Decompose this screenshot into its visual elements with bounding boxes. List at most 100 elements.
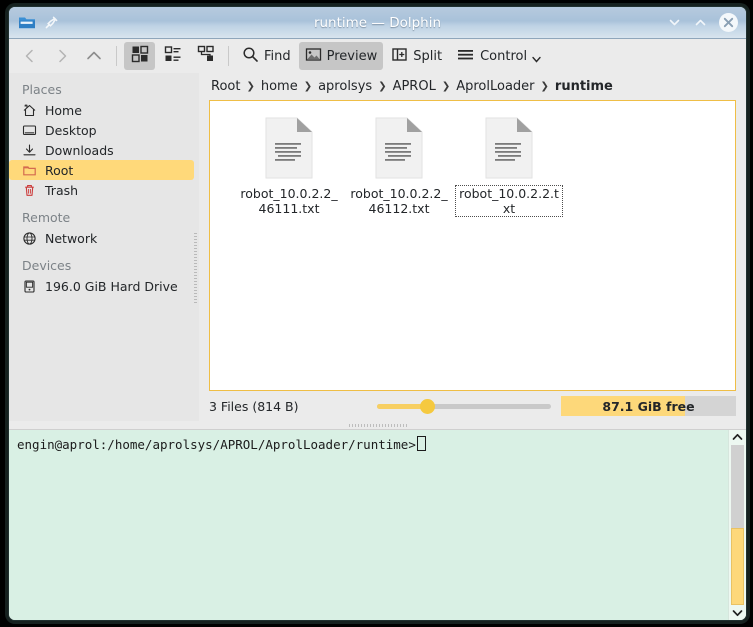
sidebar-item-home[interactable]: Home [9,100,194,120]
terminal-cursor [416,436,426,451]
zoom-slider[interactable] [377,398,551,414]
hamburger-icon [456,46,475,67]
toolbar-separator-2 [228,46,229,66]
file-item[interactable]: robot_10.0.2.2_46112.txt [344,113,454,217]
splitter-grip [348,423,407,427]
search-icon [242,46,259,67]
folder-icon [22,163,37,178]
window-titlebar: runtime — Dolphin [9,7,746,39]
view-mode-icons-button[interactable] [124,42,155,70]
breadcrumb-item-home[interactable]: home [257,77,302,96]
sidebar-item-trash[interactable]: Trash [9,180,194,200]
terminal-prompt: engin@aprol:/home/aprolsys/APROL/AprolLo… [17,437,416,452]
zoom-slider-handle[interactable] [419,399,435,414]
desktop-icon [22,123,37,138]
file-count-label: 3 Files (814 B) [209,398,299,414]
sidebar-item-downloads[interactable]: Downloads [9,140,194,160]
sidebar-item-label: Network [45,230,98,246]
terminal-scrollbar-upper [731,445,744,529]
window-controls [666,7,739,38]
sidebar-splitter-handle[interactable] [194,233,197,305]
chevron-left-icon [22,48,38,64]
sidebar-item-network[interactable]: Network [9,228,194,248]
main-area: Places Home Desktop Downloads Root Trash… [9,73,746,421]
sidebar-section-header-places: Places [22,82,62,97]
right-pane: Root ❯ home ❯ aprolsys ❯ APROL ❯ AprolLo… [199,73,746,421]
find-button[interactable]: Find [236,42,297,70]
chevron-right-icon: ❯ [303,81,313,92]
sidebar-section-header-devices: Devices [22,258,72,273]
split-label: Split [413,48,443,64]
free-space-bar[interactable]: 87.1 GiB free [561,396,736,416]
forward-button[interactable] [47,42,77,70]
download-icon [22,143,37,158]
terminal-scrollbar-track[interactable] [731,445,744,605]
harddrive-icon [22,279,37,294]
sidebar-item-label: Root [45,162,74,178]
control-label: Control [480,48,528,64]
minimize-button[interactable] [666,14,683,31]
chevron-right-icon: ❯ [441,81,451,92]
view-compact-icon [164,45,182,67]
chevron-right-icon: ❯ [378,81,387,92]
status-bar: 3 Files (814 B) 87.1 GiB free [199,391,746,421]
file-item[interactable]: robot_10.0.2.2.txt [454,113,564,217]
toolbar-separator-1 [116,46,117,66]
terminal-panel[interactable]: engin@aprol:/home/aprolsys/APROL/AprolLo… [9,429,746,620]
sidebar-item-label: Desktop [45,122,97,138]
home-icon [22,103,37,118]
sidebar-item-label: Trash [45,182,79,198]
sidebar-item-label: Downloads [45,142,114,158]
dolphin-window: runtime — Dolphin Find Preview Split Con… [8,6,747,621]
up-button[interactable] [79,42,109,70]
view-mode-compact-button[interactable] [157,42,188,70]
view-details-icon [197,45,215,67]
control-button[interactable]: Control [450,42,547,70]
file-icon-grid: robot_10.0.2.2_46111.txt robot_10.0.2.2_… [210,101,735,217]
breadcrumb: Root ❯ home ❯ aprolsys ❯ APROL ❯ AprolLo… [199,73,746,100]
sidebar-item-desktop[interactable]: Desktop [9,120,194,140]
split-button[interactable]: Split [385,42,448,70]
chevron-down-icon [532,52,541,67]
titlebar-left-icons [9,15,59,30]
terminal-output[interactable]: engin@aprol:/home/aprolsys/APROL/AprolLo… [9,430,728,620]
file-item[interactable]: robot_10.0.2.2_46111.txt [234,113,344,217]
view-mode-details-button[interactable] [190,42,221,70]
free-space-label: 87.1 GiB free [602,398,695,414]
text-file-icon [264,117,314,179]
file-view[interactable]: robot_10.0.2.2_46111.txt robot_10.0.2.2_… [209,100,736,391]
file-name-label: robot_10.0.2.2_46111.txt [240,186,338,216]
sidebar-section-header-remote: Remote [22,210,71,225]
caret-up-icon[interactable] [732,430,743,444]
text-file-icon [374,117,424,179]
file-name-label: robot_10.0.2.2.txt [455,185,563,217]
chevron-right-icon [54,48,70,64]
sidebar-item-hard-drive[interactable]: 196.0 GiB Hard Drive [9,276,194,296]
chevron-right-icon: ❯ [540,81,549,92]
network-icon [22,231,37,246]
preview-button[interactable]: Preview [298,42,384,70]
window-title: runtime — Dolphin [313,14,442,31]
caret-down-icon[interactable] [732,606,743,620]
sidebar-item-root[interactable]: Root [9,160,194,180]
main-toolbar: Find Preview Split Control [9,39,746,73]
places-sidebar: Places Home Desktop Downloads Root Trash… [9,73,199,421]
breadcrumb-item-aprolsys[interactable]: aprolsys [314,77,376,96]
close-button[interactable] [718,12,739,33]
preview-label: Preview [326,48,378,64]
pin-icon[interactable] [44,15,59,30]
maximize-button[interactable] [692,14,709,31]
split-icon [391,46,408,67]
breadcrumb-item-runtime[interactable]: runtime [551,77,617,96]
view-icons-icon [131,45,149,67]
terminal-scrollbar-thumb[interactable] [731,528,744,605]
image-icon [305,46,322,67]
breadcrumb-item-aprol[interactable]: APROL [389,77,440,96]
back-button[interactable] [15,42,45,70]
breadcrumb-item-root[interactable]: Root [207,77,244,96]
breadcrumb-item-aprolloader[interactable]: AprolLoader [452,77,538,96]
trash-icon [22,183,37,198]
panel-splitter[interactable] [9,421,746,429]
screenshot-root: runtime — Dolphin Find Preview Split Con… [0,0,753,627]
terminal-scrollbar[interactable] [728,430,746,620]
